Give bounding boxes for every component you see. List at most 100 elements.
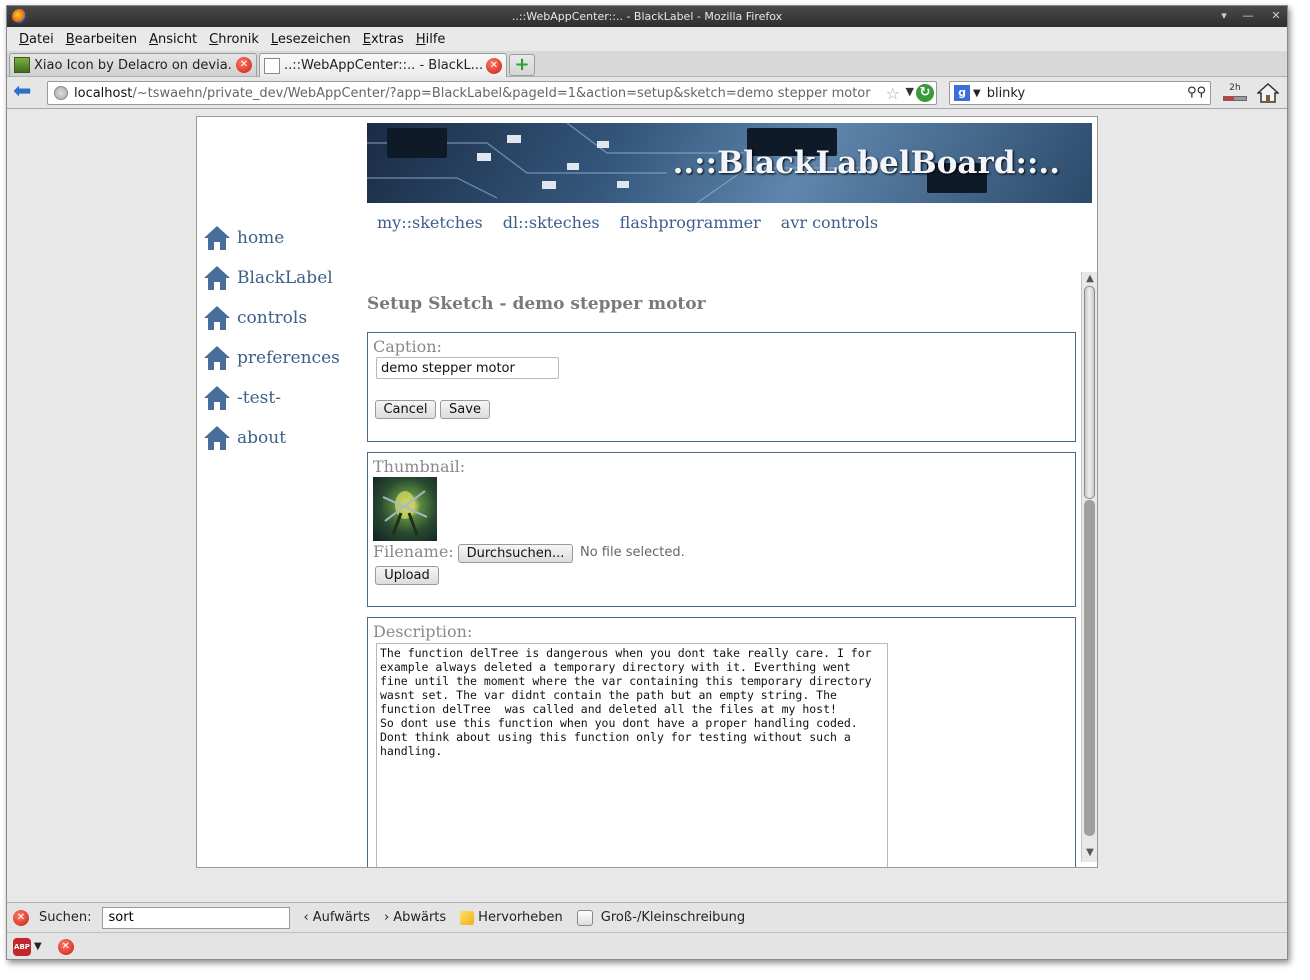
checkbox-icon[interactable] bbox=[576, 909, 593, 926]
new-tab-button[interactable]: + bbox=[509, 54, 535, 76]
url-path: /~tswaehn/private_dev/WebAppCenter/?app=… bbox=[132, 85, 871, 101]
adblock-plus-icon[interactable]: ABP bbox=[13, 937, 31, 956]
tab-label: ..::WebAppCenter::.. - BlackL... bbox=[284, 58, 482, 73]
sidebar-item-label: BlackLabel bbox=[237, 268, 333, 288]
menu-datei[interactable]: Datei bbox=[13, 32, 60, 47]
url-history-dropdown-icon[interactable]: ▼ bbox=[906, 85, 914, 98]
window-menu-icon[interactable]: ▾ bbox=[1217, 9, 1231, 23]
tab-deviantart[interactable]: Xiao Icon by Delacro on devia... ✕ bbox=[9, 53, 257, 76]
globe-icon bbox=[54, 86, 68, 100]
google-engine-icon[interactable]: g bbox=[954, 85, 970, 101]
find-input[interactable] bbox=[101, 906, 290, 929]
deviantart-favicon-icon bbox=[14, 57, 30, 73]
content-area: home BlackLabel controls preferences -te… bbox=[7, 110, 1287, 900]
header-banner: ..::BlackLabelBoard::.. bbox=[367, 123, 1092, 203]
house-icon bbox=[204, 346, 230, 370]
house-icon bbox=[204, 266, 230, 290]
banner-title: ..::BlackLabelBoard::.. bbox=[672, 145, 1060, 181]
menu-bar: Datei Bearbeiten Ansicht Chronik Lesezei… bbox=[7, 27, 1287, 51]
caption-label: Caption: bbox=[373, 337, 442, 356]
window-title: ..::WebAppCenter::.. - BlackLabel - Mozi… bbox=[511, 10, 783, 23]
match-case-checkbox[interactable]: Groß-/Kleinschreibung bbox=[576, 909, 745, 926]
menu-chronik[interactable]: Chronik bbox=[203, 32, 265, 47]
sidebar-item-label: -test- bbox=[237, 388, 281, 408]
no-file-text: No file selected. bbox=[580, 545, 685, 560]
browse-file-button[interactable]: Durchsuchen... bbox=[458, 544, 573, 563]
reload-icon[interactable]: ↻ bbox=[916, 84, 934, 102]
find-next-button[interactable]: › Abwärts bbox=[384, 910, 446, 925]
engine-dropdown-icon[interactable]: ▼ bbox=[973, 88, 981, 99]
find-bar: ✕ Suchen: ‹Aufwärts ›Abwärts Hervorheben… bbox=[7, 902, 1287, 932]
sidebar-item-label: controls bbox=[237, 308, 308, 328]
back-arrow-icon[interactable]: ⬅ bbox=[13, 81, 37, 104]
sidebar-item-label: preferences bbox=[237, 348, 340, 368]
menu-ansicht[interactable]: Ansicht bbox=[143, 32, 203, 47]
status-error-icon[interactable]: ✕ bbox=[57, 938, 74, 955]
nav-avr-controls[interactable]: avr controls bbox=[781, 213, 878, 232]
minimize-icon[interactable]: — bbox=[1241, 9, 1255, 23]
nav-my-sketches[interactable]: my::sketches bbox=[377, 213, 483, 232]
tab-webappcenter[interactable]: ..::WebAppCenter::.. - BlackL... ✕ bbox=[259, 53, 507, 77]
highlighter-icon bbox=[460, 910, 475, 925]
caption-section: Caption: Cancel Save bbox=[367, 332, 1076, 442]
house-icon bbox=[204, 226, 230, 250]
scroll-down-arrow-icon[interactable]: ▼ bbox=[1084, 847, 1096, 859]
title-bar: ..::WebAppCenter::.. - BlackLabel - Mozi… bbox=[7, 6, 1287, 27]
save-button[interactable]: Save bbox=[440, 400, 490, 419]
close-tab-icon[interactable]: ✕ bbox=[486, 57, 502, 74]
sidebar-item-label: home bbox=[237, 228, 285, 248]
sidebar-item-preferences[interactable]: preferences bbox=[203, 343, 340, 373]
nav-dl-sketches[interactable]: dl::sktech­es bbox=[503, 213, 600, 232]
timer-label: 2h bbox=[1229, 83, 1241, 93]
sidebar-item-controls[interactable]: controls bbox=[203, 303, 307, 333]
sidebar: home BlackLabel controls preferences -te… bbox=[197, 117, 347, 867]
thumbnail-section: Thumbnail: Filename: Durchsuchen... No f… bbox=[367, 452, 1076, 607]
webapp-page: home BlackLabel controls preferences -te… bbox=[196, 116, 1098, 868]
browser-window: ..::WebAppCenter::.. - BlackLabel - Mozi… bbox=[6, 5, 1288, 960]
upload-button[interactable]: Upload bbox=[375, 566, 439, 585]
tab-label: Xiao Icon by Delacro on devia... bbox=[34, 57, 232, 73]
timer-addon-icon[interactable]: 2h bbox=[1223, 83, 1247, 103]
scrollbar-thumb[interactable] bbox=[1084, 286, 1095, 499]
caption-input[interactable] bbox=[376, 357, 559, 379]
menu-hilfe[interactable]: Hilfe bbox=[410, 32, 452, 47]
sidebar-item-home[interactable]: home bbox=[203, 223, 284, 253]
description-textarea[interactable]: The function delTree is dangerous when y… bbox=[376, 643, 888, 867]
top-navigation: my::sketches dl::sktech­es flashprogramm… bbox=[377, 213, 878, 232]
close-tab-icon[interactable]: ✕ bbox=[236, 57, 252, 73]
filename-label: Filename: bbox=[373, 542, 454, 561]
page-scrollbar[interactable]: ▲ ▼ bbox=[1081, 272, 1097, 862]
sidebar-item-test[interactable]: -test- bbox=[203, 383, 281, 413]
adblock-dropdown-icon[interactable]: ▼ bbox=[34, 941, 42, 952]
chevron-left-icon: ‹ bbox=[303, 910, 309, 925]
cancel-button[interactable]: Cancel bbox=[375, 400, 436, 419]
home-button-icon[interactable] bbox=[1257, 82, 1279, 104]
sidebar-item-blacklabel[interactable]: BlackLabel bbox=[203, 263, 333, 293]
close-findbar-icon[interactable]: ✕ bbox=[13, 909, 29, 926]
house-icon bbox=[204, 306, 230, 330]
scrollbar-track[interactable] bbox=[1084, 500, 1095, 836]
sidebar-item-about[interactable]: about bbox=[203, 423, 286, 453]
menu-bearbeiten[interactable]: Bearbeiten bbox=[60, 32, 143, 47]
timer-progress-bar bbox=[1223, 96, 1247, 101]
thumbnail-image bbox=[373, 477, 437, 541]
search-bar[interactable]: g ▼ blinky ⚲⚲ bbox=[949, 81, 1211, 105]
search-input[interactable]: blinky bbox=[987, 86, 1025, 101]
binoculars-icon[interactable]: ⚲⚲ bbox=[1187, 85, 1206, 100]
bookmark-star-icon[interactable]: ☆ bbox=[886, 84, 900, 103]
nav-flashprogrammer[interactable]: flashprogrammer bbox=[620, 213, 761, 232]
menu-extras[interactable]: Extras bbox=[357, 32, 410, 47]
tab-bar: Xiao Icon by Delacro on devia... ✕ ..::W… bbox=[7, 51, 1287, 77]
page-title: Setup Sketch - demo stepper motor bbox=[367, 294, 706, 314]
close-window-icon[interactable]: ✕ bbox=[1269, 9, 1283, 23]
url-bar[interactable]: localhost/~tswaehn/private_dev/WebAppCen… bbox=[47, 81, 937, 105]
scroll-up-arrow-icon[interactable]: ▲ bbox=[1084, 273, 1096, 285]
blank-page-favicon-icon bbox=[264, 57, 280, 74]
menu-lesezeichen[interactable]: Lesezeichen bbox=[265, 32, 357, 47]
highlight-all-button[interactable]: Hervorheben bbox=[460, 910, 563, 925]
status-bar: ABP ▼ ✕ bbox=[7, 932, 1287, 959]
description-label: Description: bbox=[373, 622, 473, 641]
find-previous-button[interactable]: ‹ Aufwärts bbox=[304, 910, 371, 925]
description-section: Description: The function delTree is dan… bbox=[367, 617, 1076, 867]
house-icon bbox=[204, 426, 230, 450]
